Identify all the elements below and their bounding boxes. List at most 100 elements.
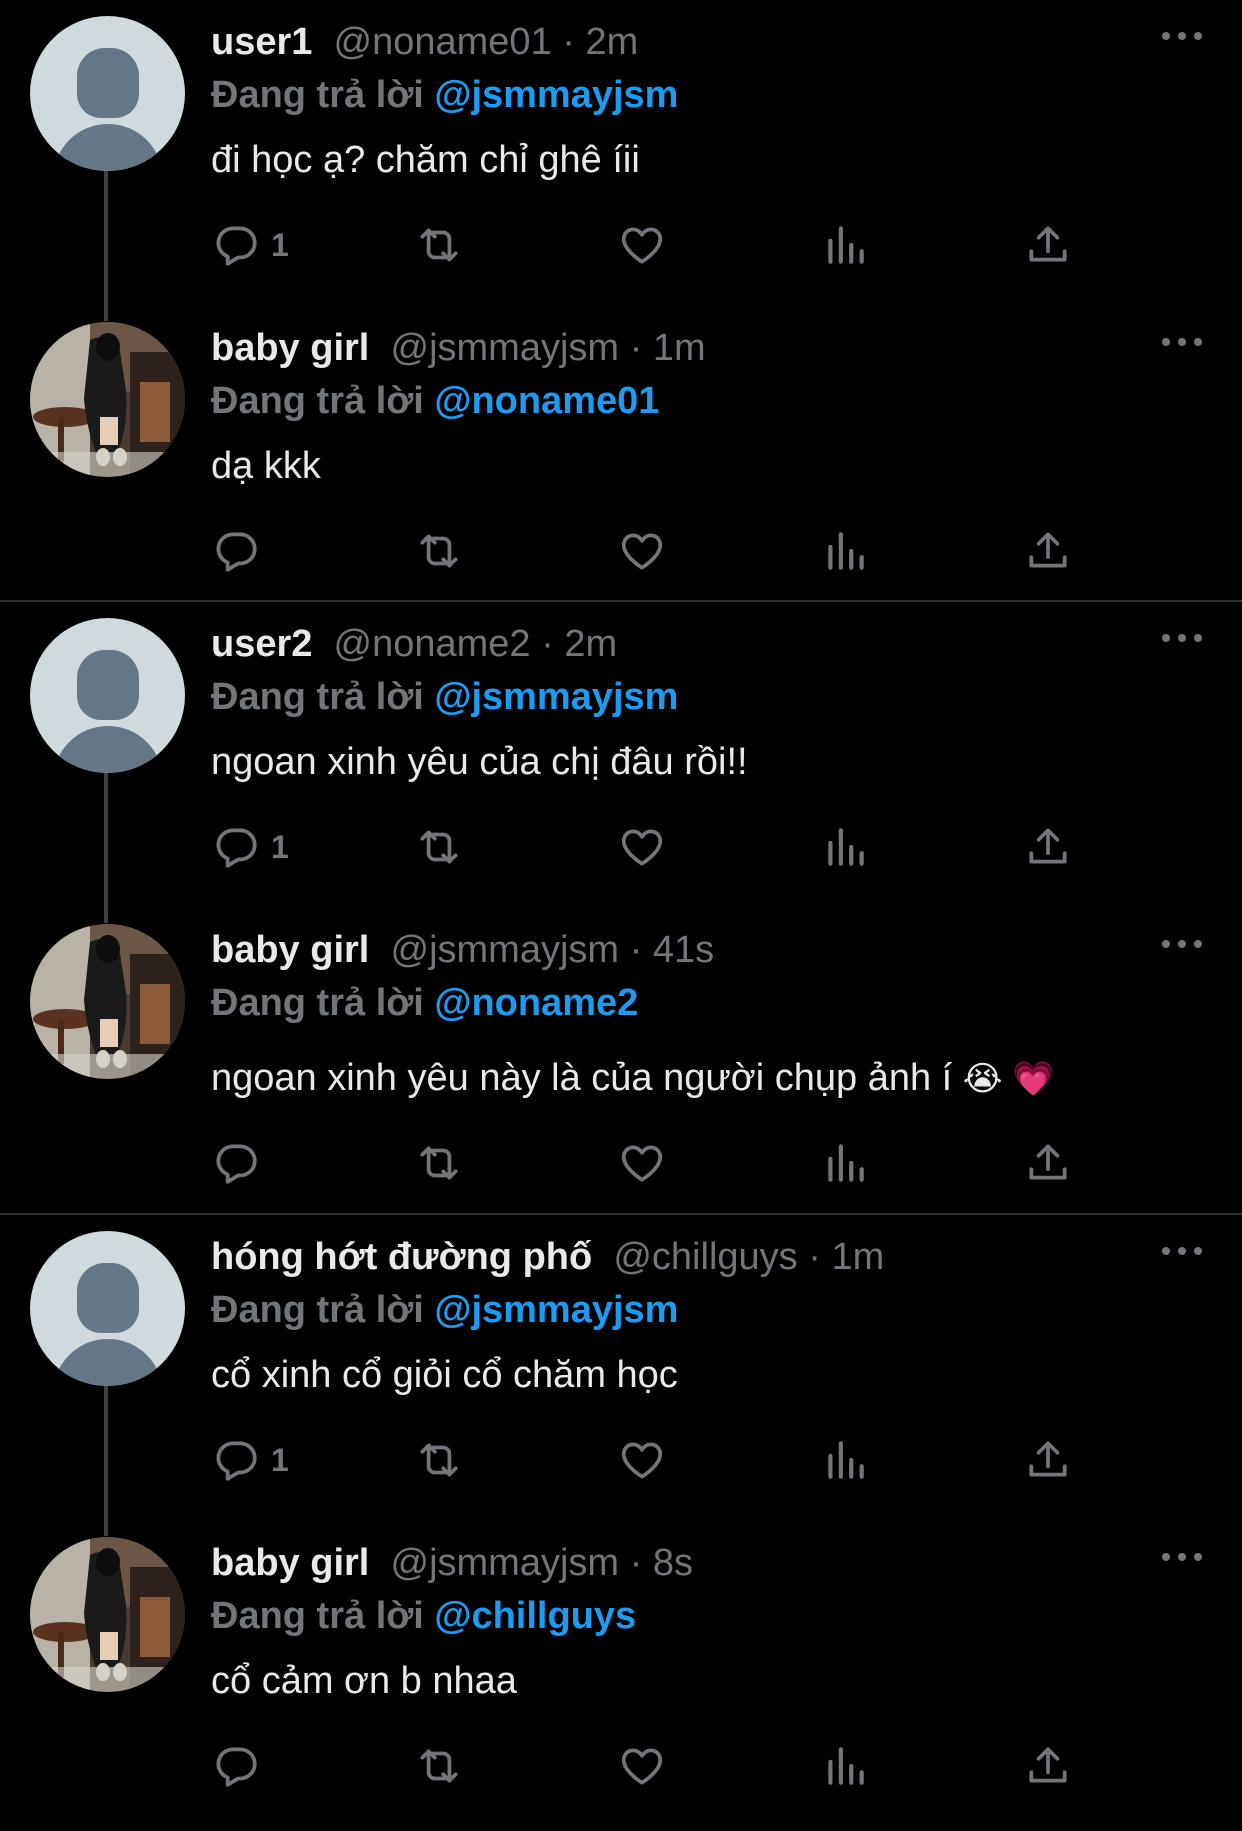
display-name[interactable]: baby girl xyxy=(211,929,369,971)
share-button[interactable] xyxy=(1023,1430,1073,1490)
share-icon xyxy=(1023,220,1073,270)
retweet-button[interactable] xyxy=(414,1133,464,1193)
heart-icon xyxy=(617,1138,667,1188)
mention-link[interactable]: @jsmmayjsm xyxy=(434,676,678,718)
tweet-text: cổ cảm ơn b nhaa xyxy=(211,1653,1212,1710)
emoji: 😭 💗 xyxy=(962,1060,1055,1098)
tweet-body: ngoan xinh yêu của chị đâu rồi!! xyxy=(211,741,748,783)
tweet-body: dạ kkk xyxy=(211,445,321,487)
conversation-thread: user1 @noname01 · 2m Đang trả lời @jsmma… xyxy=(0,0,1242,600)
mention-link[interactable]: @jsmmayjsm xyxy=(434,1289,678,1331)
share-icon xyxy=(1023,822,1073,872)
more-icon[interactable] xyxy=(1162,936,1202,952)
views-button[interactable] xyxy=(820,1430,870,1490)
reply-button[interactable] xyxy=(211,521,261,581)
replying-label: Đang trả lời xyxy=(211,1289,424,1331)
user-handle[interactable]: @noname2 xyxy=(334,623,531,665)
tweet-actions: 1 xyxy=(0,1430,1242,1490)
retweet-button[interactable] xyxy=(414,1736,464,1796)
share-button[interactable] xyxy=(1023,1133,1073,1193)
tweet-content: user1 @noname01 · 2m Đang trả lời @jsmma… xyxy=(211,14,1212,188)
display-name[interactable]: user2 xyxy=(211,623,312,665)
reply-button[interactable] xyxy=(211,1133,261,1193)
reply-tweet[interactable]: baby girl @jsmmayjsm · 41s Đang trả lời … xyxy=(0,908,1242,1214)
display-name[interactable]: baby girl xyxy=(211,327,369,369)
display-name[interactable]: baby girl xyxy=(211,1542,369,1584)
like-button[interactable] xyxy=(617,1430,667,1490)
tweet-body: đi học ạ? chăm chỉ ghê íii xyxy=(211,139,640,181)
reply-tweet[interactable]: baby girl @jsmmayjsm · 1m Đang trả lời @… xyxy=(0,306,1242,612)
avatar[interactable] xyxy=(30,322,185,477)
views-button[interactable] xyxy=(820,1736,870,1796)
timestamp[interactable]: 2m xyxy=(564,623,617,665)
views-button[interactable] xyxy=(820,215,870,275)
avatar[interactable] xyxy=(30,1537,185,1692)
reply-button[interactable]: 1 xyxy=(211,1430,289,1490)
timestamp[interactable]: 8s xyxy=(653,1542,693,1584)
views-icon xyxy=(820,526,870,576)
like-button[interactable] xyxy=(617,1736,667,1796)
views-icon xyxy=(820,822,870,872)
tweet-content: baby girl @jsmmayjsm · 41s Đang trả lời … xyxy=(211,922,1212,1107)
replying-to: Đang trả lời @chillguys xyxy=(211,1591,1212,1641)
tweet[interactable]: hóng hớt đường phố @chillguys · 1m Đang … xyxy=(0,1215,1242,1536)
views-button[interactable] xyxy=(820,1133,870,1193)
views-button[interactable] xyxy=(820,817,870,877)
user-handle[interactable]: @jsmmayjsm xyxy=(391,1542,620,1584)
retweet-icon xyxy=(414,822,464,872)
tweet-content: baby girl @jsmmayjsm · 8s Đang trả lời @… xyxy=(211,1535,1212,1710)
tweet[interactable]: user2 @noname2 · 2m Đang trả lời @jsmmay… xyxy=(0,602,1242,923)
separator: · xyxy=(562,21,575,63)
share-button[interactable] xyxy=(1023,1736,1073,1796)
retweet-icon xyxy=(414,220,464,270)
retweet-button[interactable] xyxy=(414,817,464,877)
more-icon[interactable] xyxy=(1162,630,1202,646)
mention-link[interactable]: @noname2 xyxy=(434,982,638,1024)
tweet-content: hóng hớt đường phố @chillguys · 1m Đang … xyxy=(211,1229,1212,1403)
like-button[interactable] xyxy=(617,215,667,275)
views-button[interactable] xyxy=(820,521,870,581)
mention-link[interactable]: @jsmmayjsm xyxy=(434,74,678,116)
retweet-button[interactable] xyxy=(414,521,464,581)
reply-button[interactable]: 1 xyxy=(211,215,289,275)
display-name[interactable]: user1 xyxy=(211,21,312,63)
retweet-icon xyxy=(414,526,464,576)
share-button[interactable] xyxy=(1023,817,1073,877)
display-name[interactable]: hóng hớt đường phố xyxy=(211,1236,592,1278)
reply-button[interactable]: 1 xyxy=(211,817,289,877)
retweet-button[interactable] xyxy=(414,1430,464,1490)
user-handle[interactable]: @chillguys xyxy=(613,1236,797,1278)
share-button[interactable] xyxy=(1023,215,1073,275)
tweet-body: cổ xinh cổ giỏi cổ chăm học xyxy=(211,1354,678,1396)
timestamp[interactable]: 41s xyxy=(653,929,714,971)
tweet[interactable]: user1 @noname01 · 2m Đang trả lời @jsmma… xyxy=(0,0,1242,321)
user-handle[interactable]: @jsmmayjsm xyxy=(391,327,620,369)
share-icon xyxy=(1023,1138,1073,1188)
separator: · xyxy=(541,623,554,665)
timestamp[interactable]: 2m xyxy=(585,21,638,63)
like-button[interactable] xyxy=(617,521,667,581)
timestamp[interactable]: 1m xyxy=(653,327,706,369)
like-button[interactable] xyxy=(617,1133,667,1193)
share-icon xyxy=(1023,1435,1073,1485)
retweet-button[interactable] xyxy=(414,215,464,275)
avatar[interactable] xyxy=(30,1231,185,1386)
more-icon[interactable] xyxy=(1162,1549,1202,1565)
reply-button[interactable] xyxy=(211,1736,261,1796)
more-icon[interactable] xyxy=(1162,334,1202,350)
more-icon[interactable] xyxy=(1162,28,1202,44)
user-handle[interactable]: @jsmmayjsm xyxy=(391,929,620,971)
user-handle[interactable]: @noname01 xyxy=(334,21,552,63)
more-icon[interactable] xyxy=(1162,1243,1202,1259)
avatar[interactable] xyxy=(30,16,185,171)
mention-link[interactable]: @chillguys xyxy=(434,1595,636,1637)
reply-tweet[interactable]: baby girl @jsmmayjsm · 8s Đang trả lời @… xyxy=(0,1521,1242,1827)
mention-link[interactable]: @noname01 xyxy=(434,380,659,422)
replying-label: Đang trả lời xyxy=(211,74,424,116)
timestamp[interactable]: 1m xyxy=(831,1236,884,1278)
avatar[interactable] xyxy=(30,618,185,773)
avatar[interactable] xyxy=(30,924,185,1079)
share-button[interactable] xyxy=(1023,521,1073,581)
tweet-header: baby girl @jsmmayjsm · 41s xyxy=(211,922,1212,978)
like-button[interactable] xyxy=(617,817,667,877)
